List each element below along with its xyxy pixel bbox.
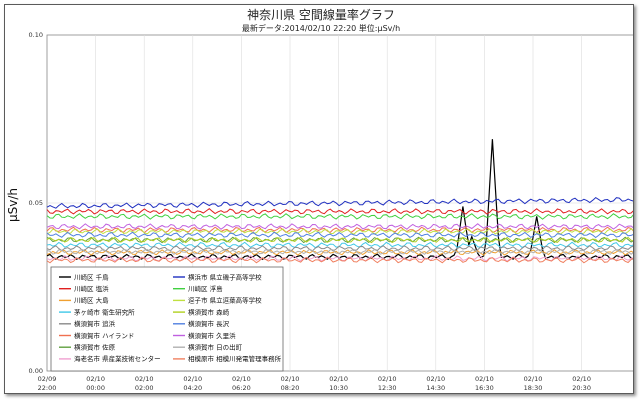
x-tick-date: 02/10 (281, 375, 300, 383)
x-tick-date: 02/10 (378, 375, 397, 383)
legend-entry: 横須賀市 森崎 (188, 307, 230, 316)
x-tick-time: 14:30 (426, 384, 445, 392)
x-tick-labels: 02/0922:0002/1000:0002/1002:0002/1004:20… (38, 375, 591, 392)
x-tick-date: 02/10 (135, 375, 154, 383)
x-tick-time: 04:20 (183, 384, 202, 392)
x-tick-date: 02/10 (475, 375, 494, 383)
legend-entry: 横須賀市 ハイランド (74, 331, 134, 340)
legend-entry: 横浜市 県立磯子高等学校 (188, 272, 262, 281)
x-tick-date: 02/10 (329, 375, 348, 383)
x-tick-time: 20:30 (572, 384, 591, 392)
legend-entry: 川崎区 塩浜 (74, 284, 109, 293)
legend-entry: 川崎区 千鳥 (74, 272, 109, 281)
x-tick-date: 02/10 (524, 375, 543, 383)
x-tick-time: 08:20 (281, 384, 300, 392)
y-tick-label: 0.00 (29, 367, 43, 375)
x-tick-time: 16:30 (475, 384, 494, 392)
x-tick-date: 02/10 (232, 375, 251, 383)
legend-entry: 横須賀市 久里浜 (188, 331, 236, 340)
legend-entry: 海老名市 県産業技術センター (74, 354, 161, 363)
x-tick-date: 02/10 (86, 375, 105, 383)
y-tick-labels: 0.00 0.05 0.10 (29, 31, 43, 375)
legend-entry: 相模原市 相模川発電管理事務所 (188, 354, 282, 363)
x-tick-time: 10:30 (329, 384, 348, 392)
chart-subtitle: 最新データ:2014/02/10 22:20 単位:μSv/h (242, 23, 400, 33)
legend-entry: 川崎区 大島 (74, 296, 109, 305)
y-tick-label: 0.10 (29, 31, 43, 39)
y-axis-label: μSv/h (6, 188, 20, 222)
x-tick-time: 06:20 (232, 384, 251, 392)
y-tick-label: 0.05 (29, 199, 43, 207)
legend-entry: 横須賀市 追浜 (74, 319, 116, 328)
x-tick-time: 12:30 (378, 384, 397, 392)
x-tick-date: 02/10 (572, 375, 591, 383)
legend: 川崎区 千鳥川崎区 塩浜川崎区 大島茅ヶ崎市 衛生研究所横須賀市 追浜横須賀市 … (50, 266, 284, 372)
legend-entry: 横須賀市 佐原 (74, 343, 116, 352)
legend-entry: 逗子市 県立逗葉高等学校 (188, 296, 262, 305)
x-tick-time: 00:00 (86, 384, 105, 392)
legend-entry: 川崎区 浮島 (188, 284, 223, 293)
chart-frame: 神奈川県 空間線量率グラフ 最新データ:2014/02/10 22:20 単位:… (4, 4, 634, 394)
x-tick-date: 02/09 (38, 375, 57, 383)
x-tick-date: 02/10 (426, 375, 445, 383)
x-tick-time: 18:30 (524, 384, 543, 392)
legend-entry: 横須賀市 日の出町 (188, 343, 243, 352)
x-tick-time: 22:00 (38, 384, 57, 392)
x-tick-date: 02/10 (183, 375, 202, 383)
chart-title: 神奈川県 空間線量率グラフ (247, 7, 395, 22)
x-tick-time: 02:00 (135, 384, 154, 392)
legend-entry: 茅ヶ崎市 衛生研究所 (74, 307, 135, 316)
chart-canvas: 神奈川県 空間線量率グラフ 最新データ:2014/02/10 22:20 単位:… (6, 7, 633, 392)
legend-entry: 横須賀市 長沢 (188, 319, 230, 328)
